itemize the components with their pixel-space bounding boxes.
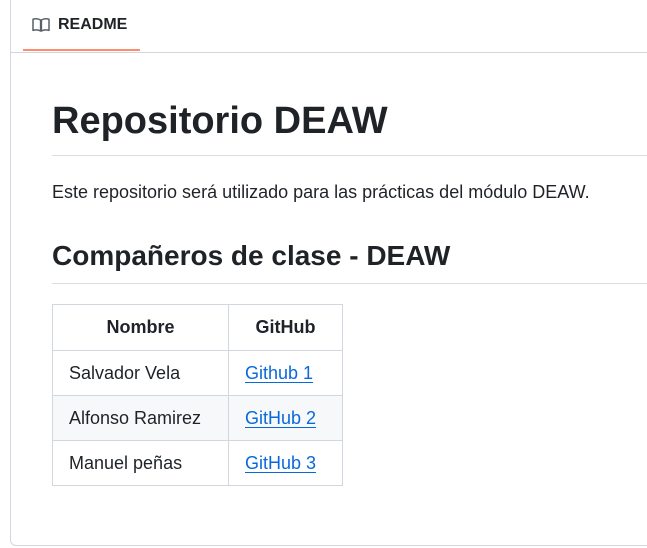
table-row: Alfonso Ramirez GitHub 2	[52, 395, 343, 441]
table-row: Manuel peñas GitHub 3	[52, 440, 343, 486]
intro-paragraph: Este repositorio será utilizado para las…	[52, 182, 590, 202]
table-row: Salvador Vela Github 1	[52, 350, 343, 396]
title-divider	[52, 155, 647, 156]
table-header-row: Nombre GitHub	[52, 304, 343, 351]
book-icon	[32, 17, 50, 33]
tab-readme-label: README	[58, 15, 128, 33]
classmates-table: Nombre GitHub Salvador Vela Github 1 Alf…	[52, 304, 343, 486]
cell-name: Manuel peñas	[52, 440, 229, 486]
page-title: Repositorio DEAW	[52, 100, 388, 142]
cell-github: Github 1	[228, 350, 343, 396]
readme-tab-bar: README	[11, 0, 647, 53]
cell-github: GitHub 2	[228, 395, 343, 441]
github-link-1[interactable]: Github 1	[245, 363, 313, 383]
cell-name: Alfonso Ramirez	[52, 395, 229, 441]
github-link-3[interactable]: GitHub 3	[245, 453, 316, 473]
cell-name: Salvador Vela	[52, 350, 229, 396]
section-divider	[52, 283, 647, 284]
section-title: Compañeros de clase - DEAW	[52, 240, 451, 271]
cell-github: GitHub 3	[228, 440, 343, 486]
tab-readme[interactable]: README	[23, 0, 140, 51]
github-link-2[interactable]: GitHub 2	[245, 408, 316, 428]
column-header-nombre: Nombre	[52, 304, 229, 351]
column-header-github: GitHub	[228, 304, 343, 351]
